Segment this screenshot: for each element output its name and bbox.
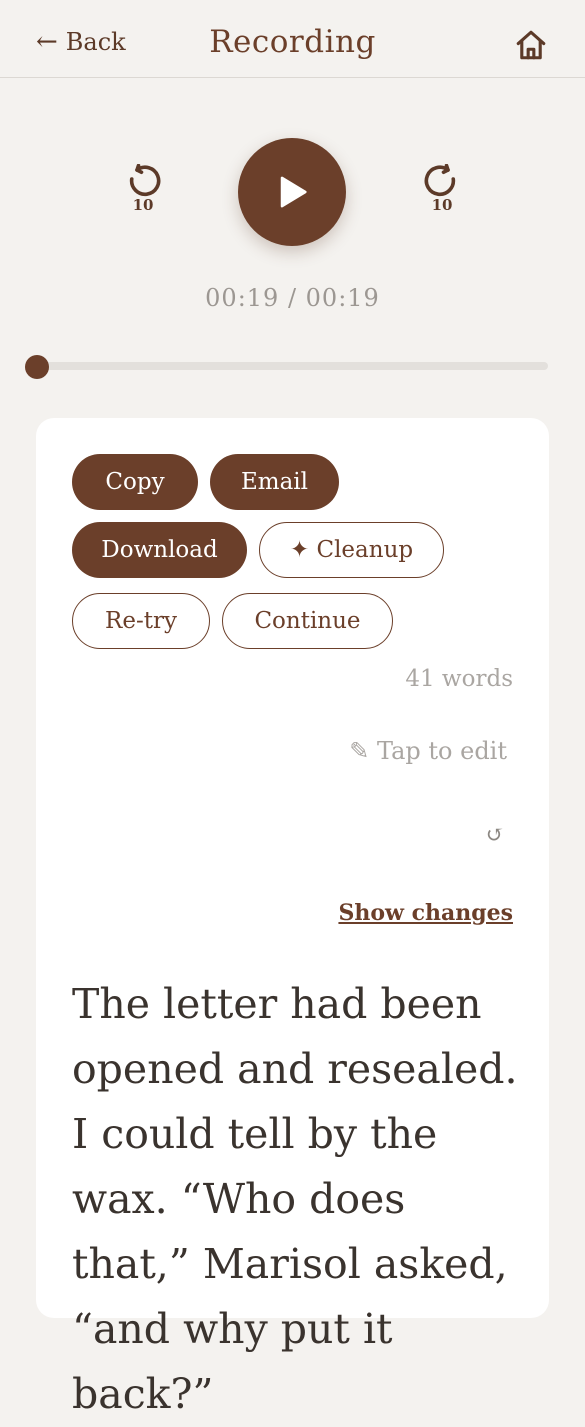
play-icon xyxy=(280,176,307,208)
skip-forward-seconds: 10 xyxy=(431,196,453,214)
progress-track[interactable] xyxy=(36,362,548,370)
page-title: Recording xyxy=(209,24,376,60)
show-changes-link[interactable]: Show changes xyxy=(338,900,513,926)
top-bar: ← Back Recording xyxy=(0,0,585,78)
progress-thumb[interactable] xyxy=(25,355,49,379)
copy-button[interactable]: Copy xyxy=(72,454,198,510)
cleanup-button[interactable]: ✦ Cleanup xyxy=(259,522,444,578)
skip-forward-button[interactable]: 10 xyxy=(417,164,467,224)
fast-forward-icon xyxy=(424,164,456,197)
transcript-text[interactable]: The letter had been opened and resealed.… xyxy=(72,972,522,1427)
revert-icon[interactable]: ↺ xyxy=(482,822,508,848)
tap-to-edit-hint[interactable]: ✎ Tap to edit xyxy=(349,737,507,765)
continue-button[interactable]: Continue xyxy=(222,593,393,649)
skip-back-button[interactable]: 10 xyxy=(118,164,168,224)
play-button[interactable] xyxy=(238,138,346,246)
retry-button[interactable]: Re-try xyxy=(72,593,210,649)
rewind-icon xyxy=(129,164,161,197)
email-button[interactable]: Email xyxy=(210,454,339,510)
word-count: 41 words xyxy=(405,666,513,692)
download-button[interactable]: Download xyxy=(72,522,247,578)
home-icon xyxy=(516,30,546,60)
home-button[interactable] xyxy=(514,28,548,62)
skip-back-seconds: 10 xyxy=(132,196,154,214)
time-display: 00:19 / 00:19 xyxy=(205,284,380,312)
